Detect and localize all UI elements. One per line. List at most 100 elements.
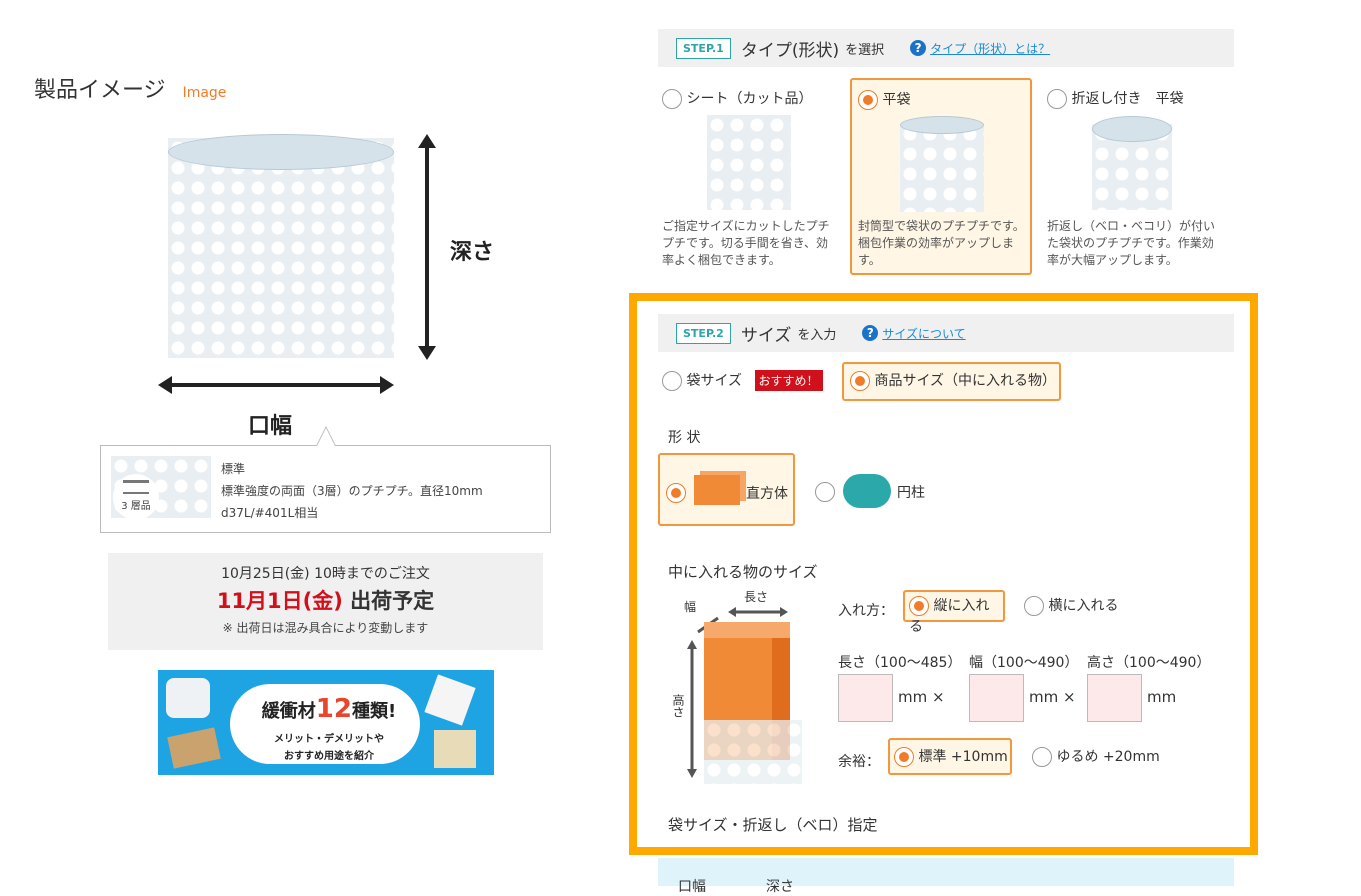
shape-option-cylinder[interactable]: 円柱: [815, 472, 925, 508]
times-sign: ×: [1063, 688, 1076, 706]
shape-cylinder-label: 円柱: [897, 485, 925, 501]
margin-standard-label: 標準 +10mm: [918, 749, 1008, 765]
length-input[interactable]: [838, 674, 893, 722]
length-label: 長さ（100〜485）: [838, 655, 962, 671]
cuboid-icon: [694, 475, 740, 505]
cushion-banner[interactable]: 緩衝材12種類! メリット・デメリットや おすすめ用途を紹介: [158, 670, 494, 775]
type-sheet-label: シート（カット品）: [686, 91, 813, 107]
step1-badge: STEP.1: [676, 37, 731, 59]
banner-main-num: 12: [315, 694, 352, 724]
banner-text: 緩衝材12種類! メリット・デメリットや おすすめ用途を紹介: [244, 694, 414, 762]
margin-standard-radio[interactable]: [894, 747, 914, 767]
step1-help-link[interactable]: タイプ（形状）とは？: [930, 40, 1050, 57]
insert-horizontal[interactable]: 横に入れる: [1024, 595, 1118, 616]
recommend-badge: おすすめ！: [754, 370, 823, 391]
height-input[interactable]: [1087, 674, 1142, 722]
shipping-order-deadline: 10月25日(金) 10時までのご注文: [221, 566, 430, 582]
layer-badge: 3 層品: [113, 474, 159, 520]
insert-horizontal-radio[interactable]: [1024, 596, 1044, 616]
step2-help-link[interactable]: サイズについて: [882, 325, 965, 342]
shipping-box: 10月25日(金) 10時までのご注文 11月1日(金) 出荷予定 ※ 出荷日は…: [108, 553, 543, 650]
shape-cylinder-radio[interactable]: [815, 481, 835, 502]
type-flat-bag-radio[interactable]: [858, 90, 878, 110]
shape-box-radio[interactable]: [666, 482, 686, 503]
layer-icon: [123, 480, 149, 494]
cylinder-icon: [843, 474, 891, 508]
material-name: 標準: [221, 462, 246, 476]
strip-col2: 深さ: [766, 879, 794, 895]
width-arrow-icon: [158, 376, 394, 394]
size-mode-bag-label: 袋サイズ: [686, 373, 743, 389]
material-code: d37L/#401L相当: [221, 506, 319, 520]
margin-loose-radio[interactable]: [1032, 747, 1052, 767]
width-input[interactable]: [969, 674, 1024, 722]
bubble-roll-image: [166, 678, 210, 718]
material-info-box: 3 層品 標準 標準強度の両面（3層）のプチプチ。直径10mm d37L/#40…: [100, 445, 551, 533]
type-sheet-radio[interactable]: [662, 89, 682, 109]
bag-illustration: [168, 138, 394, 358]
width-label: 口幅: [248, 414, 293, 439]
banner-sub1: メリット・デメリットや: [274, 734, 384, 745]
insert-vertical[interactable]: 縦に入れる: [903, 590, 1005, 635]
margin-label: 余裕：: [838, 754, 880, 770]
type-fold-bag-desc: 折返し（ベロ・ベコリ）が付いた袋状のプチプチです。作業効率が大幅アップします。: [1047, 219, 1216, 267]
info-notch-inner: [317, 428, 335, 446]
type-fold-bag-radio[interactable]: [1047, 89, 1067, 109]
step1-title: タイプ(形状): [740, 40, 840, 61]
material-desc: 標準強度の両面（3層）のプチプチ。直径10mm: [221, 484, 483, 498]
step1-header: STEP.1 タイプ(形状) を選択 ? タイプ（形状）とは？: [658, 29, 1234, 67]
size-mode-product-radio[interactable]: [850, 371, 870, 391]
margin-loose[interactable]: ゆるめ +20mm: [1032, 746, 1160, 767]
type-option-fold-bag[interactable]: 折返し付き 平袋 折返し（ベロ・ベコリ）が付いた袋状のプチプチです。作業効率が大…: [1044, 80, 1220, 272]
length-unit-text: mm: [898, 688, 928, 706]
shape-option-box[interactable]: 直方体: [658, 453, 795, 526]
width-unit-text: mm: [1029, 688, 1059, 706]
flat-bag-opening: [900, 116, 984, 134]
shape-box-label: 直方体: [746, 486, 788, 502]
step2-title: サイズ: [740, 325, 792, 346]
item-size-heading: 中に入れる物のサイズ: [668, 563, 818, 581]
paper-image: [167, 727, 221, 769]
length-unit: mm ×: [898, 688, 945, 706]
shipping-plan-label: 出荷予定: [350, 589, 435, 613]
size-mode-bag[interactable]: 袋サイズ おすすめ！: [662, 370, 823, 391]
size-mode-product[interactable]: 商品サイズ（中に入れる物）: [842, 362, 1061, 401]
shipping-note: ※ 出荷日は混み具合により変動します: [222, 621, 429, 635]
diagram-bag: [704, 720, 802, 784]
height-unit: mm: [1147, 688, 1177, 706]
product-image-title-text: 製品イメージ: [34, 78, 166, 103]
flat-bag-image: [900, 124, 984, 212]
depth-label: 深さ: [450, 240, 495, 265]
help-icon: ?: [910, 40, 927, 56]
bag-opening: [168, 134, 394, 170]
insert-horizontal-label: 横に入れる: [1048, 598, 1119, 614]
bag-image: [424, 674, 476, 726]
sheet-image: [707, 115, 791, 210]
step1-sub: を選択: [845, 42, 885, 58]
margin-standard[interactable]: 標準 +10mm: [888, 738, 1012, 775]
size-mode-product-label: 商品サイズ（中に入れる物）: [874, 373, 1057, 389]
banner-sub2: おすすめ用途を紹介: [284, 751, 374, 762]
type-option-sheet[interactable]: シート（カット品） ご指定サイズにカットしたプチプチです。切る手間を省き、効率よ…: [658, 80, 834, 272]
shape-heading: 形 状: [668, 430, 701, 446]
type-option-flat-bag[interactable]: 平袋 封筒型で袋状のプチプチです。梱包作業の効率がアップします。: [850, 78, 1032, 275]
width-label: 幅（100〜490）: [969, 655, 1079, 671]
banner-main-b: 種類!: [351, 701, 397, 722]
fold-bag-opening: [1092, 116, 1172, 142]
type-fold-bag-label: 折返し付き 平袋: [1071, 91, 1184, 107]
diagram-cuboid-top: [704, 622, 790, 638]
height-label: 高さ（100〜490）: [1087, 655, 1211, 671]
layer-badge-label: 3 層品: [121, 501, 151, 512]
item-size-diagram: 幅 長さ 高さ: [668, 586, 808, 786]
depth-arrow-icon: [418, 134, 436, 360]
type-flat-bag-label: 平袋: [882, 92, 911, 108]
help-icon: ?: [862, 325, 879, 341]
type-sheet-desc: ご指定サイズにカットしたプチプチです。切る手間を省き、効率よく梱包できます。: [662, 219, 830, 267]
banner-main-a: 緩衝材: [261, 701, 316, 722]
shipping-date: 11月1日(金): [216, 589, 343, 613]
bag-size-strip: 口幅 深さ: [658, 858, 1234, 895]
step2-sub: を入力: [797, 327, 837, 343]
insert-vertical-radio[interactable]: [909, 596, 929, 616]
size-mode-bag-radio[interactable]: [662, 371, 682, 391]
product-image-title: 製品イメージ Image: [34, 72, 226, 104]
